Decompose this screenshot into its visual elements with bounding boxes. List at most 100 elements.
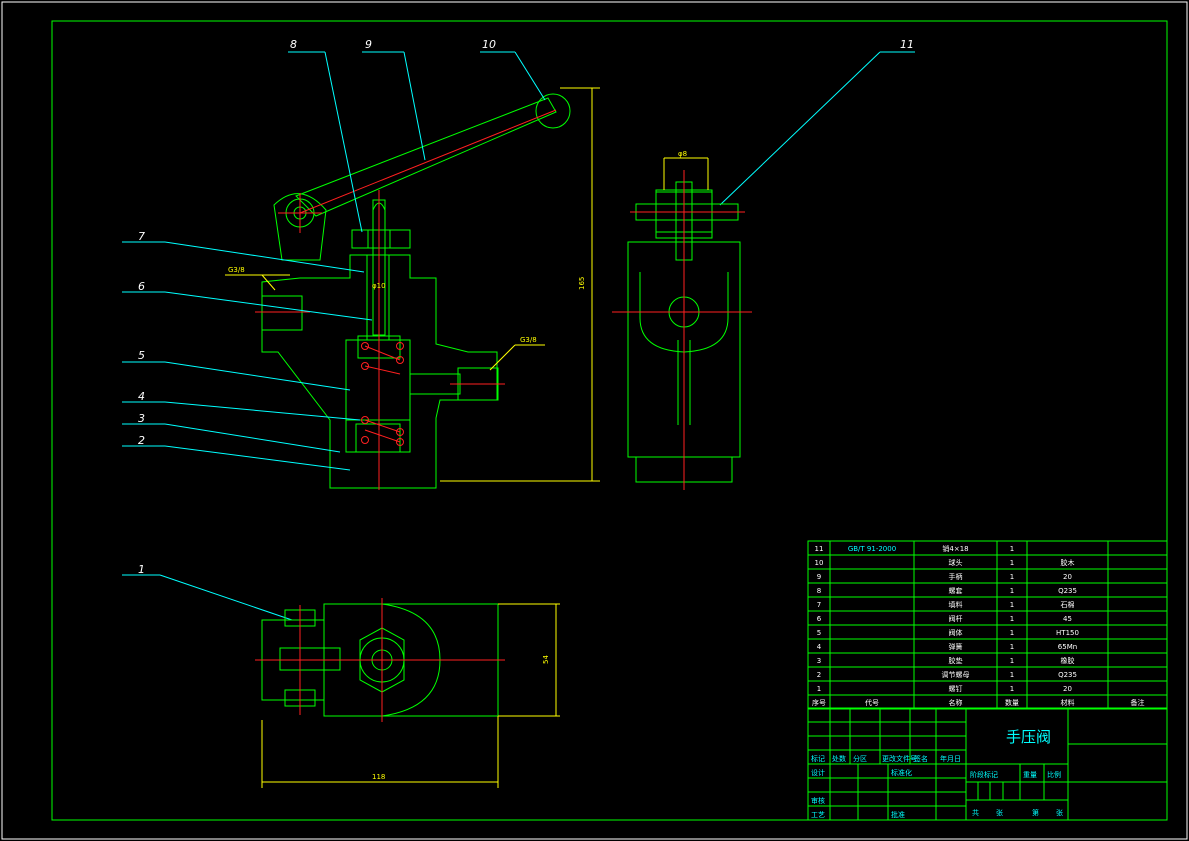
balloon-2: 2 [138, 434, 145, 447]
bom-cell: 1 [1010, 671, 1014, 679]
sheet-no-unit: 张 [1056, 808, 1063, 817]
outer-border [1, 1, 1188, 840]
bom-cell: 1 [1010, 545, 1014, 553]
balloon-10: 10 [482, 38, 496, 51]
rev-label-date: 年月日 [940, 754, 961, 763]
bom-cell: 1 [1010, 587, 1014, 595]
bom-cell: 螺钉 [949, 684, 963, 693]
bom-cell: HT150 [1056, 629, 1079, 637]
bom-cell: 1 [1010, 629, 1014, 637]
bom-cell: 8 [817, 587, 821, 595]
stem-bore [366, 254, 390, 341]
bom-cell: 手柄 [949, 572, 963, 581]
bom-header-cell: 数量 [1005, 698, 1019, 707]
bom-cell: 石棉 [1061, 600, 1075, 609]
bom-cell: 1 [1010, 573, 1014, 581]
left-port [261, 295, 303, 331]
side-dim-label: φ8 [678, 150, 687, 158]
rev-label-file: 更改文件号 [882, 754, 917, 763]
bom-cell: 7 [817, 601, 821, 609]
sheet-no-label: 第 [1032, 808, 1039, 817]
bom-cell: GB/T 91-2000 [848, 545, 896, 553]
bom-cell: 阀杆 [949, 614, 963, 623]
balloon-9: 9 [365, 38, 372, 51]
title-block: 手压阀 标记 处数 分区 更改文件号 签名 年月日 设计 标准化 审核 工艺 批… [807, 707, 1168, 821]
standard-label: 标准化 [891, 768, 912, 777]
side-view: φ8 [612, 150, 752, 490]
width-dim-label: 118 [372, 773, 385, 781]
balloon-6: 6 [138, 280, 145, 293]
bom-cell: 1 [1010, 657, 1014, 665]
bom-cell: 调节螺母 [942, 670, 970, 679]
bom-cell: 6 [817, 615, 822, 623]
bom-cell: 螺套 [949, 586, 963, 595]
bom-cell: 65Mn [1058, 643, 1077, 651]
drawing-title: 手压阀 [1006, 728, 1051, 746]
balloon-5: 5 [138, 349, 145, 362]
bom-table: 11 GB/T 91-2000 销4×18 110 球头 1 胶木9 手柄 1 208 螺套 1 Q23… [807, 540, 1168, 710]
bom-header-cell: 备注 [1131, 698, 1145, 707]
bom-cell: 11 [815, 545, 824, 553]
top-view: 54 118 [255, 598, 560, 788]
bom-cell: 1 [1010, 615, 1014, 623]
process-label: 工艺 [811, 811, 825, 819]
bom-cell: 1 [1010, 643, 1014, 651]
bom-cell: 销4×18 [942, 544, 968, 553]
top-lever-stub [279, 647, 341, 671]
bom-cell: 1 [1010, 685, 1014, 693]
balloon-7: 7 [138, 230, 145, 243]
bom-cell: 胶垫 [949, 656, 963, 665]
bom-cell: 10 [815, 559, 824, 567]
bom-header-cell: 材料 [1061, 698, 1075, 707]
design-label: 设计 [811, 768, 825, 777]
bom-cell: 5 [817, 629, 821, 637]
bore-dim-label: φ10 [372, 282, 386, 290]
balloon-1: 1 [138, 563, 145, 576]
bom-cell: Q235 [1058, 671, 1077, 679]
front-view: 165 φ10 G3/8 G3/8 7 6 5 4 3 2 8 9 10 11 … [122, 38, 915, 621]
bom-cell: 橡胶 [1061, 656, 1075, 665]
weight-label: 重量 [1023, 771, 1037, 779]
packing-nut [351, 229, 411, 249]
rev-label-zone: 分区 [853, 754, 867, 763]
rev-label-mark: 标记 [811, 754, 825, 763]
bom-header-cell: 序号 [812, 698, 826, 707]
balloon-3: 3 [138, 412, 145, 425]
bom-cell: 阀体 [949, 628, 963, 637]
balloon-8: 8 [290, 38, 297, 51]
handle-lever [295, 97, 557, 217]
bom-cell: 球头 [949, 558, 963, 567]
sheets-total-label: 共 [972, 808, 979, 817]
depth-dim-label: 54 [542, 655, 550, 664]
bom-cell: 胶木 [1061, 558, 1075, 567]
inner-frame [51, 20, 1168, 821]
bom-cell: 1 [1010, 559, 1014, 567]
height-dim-label: 165 [578, 277, 586, 290]
review-label: 审核 [811, 796, 825, 805]
sheets-total-unit: 张 [996, 808, 1003, 817]
bom-cell: 45 [1063, 615, 1072, 623]
rev-label-count: 处数 [832, 754, 846, 763]
scale-label: 比例 [1047, 770, 1061, 779]
cad-drawing: 165 φ10 G3/8 G3/8 7 6 5 4 3 2 8 9 10 11 … [1, 1, 1188, 840]
bom-cell: Q235 [1058, 587, 1077, 595]
bom-cell: 1 [1010, 601, 1014, 609]
bom-cell: 填料 [949, 600, 963, 609]
bom-header-cell: 代号 [865, 698, 879, 707]
thread-right-label: G3/8 [520, 336, 537, 344]
bom-cell: 20 [1063, 573, 1072, 581]
approve-label: 批准 [891, 810, 905, 819]
bom-cell: 4 [817, 643, 822, 651]
stage-label: 阶段标记 [970, 770, 998, 779]
bom-cell: 9 [817, 573, 821, 581]
bom-cell: 弹簧 [949, 642, 963, 651]
thread-left-label: G3/8 [228, 266, 245, 274]
bom-header-cell: 名称 [949, 698, 963, 707]
bom-cell: 2 [817, 671, 821, 679]
bom-cell: 3 [817, 657, 821, 665]
rev-label-sign: 签名 [914, 754, 928, 763]
balloon-11: 11 [900, 38, 914, 51]
bom-cell: 20 [1063, 685, 1072, 693]
bom-cell: 1 [817, 685, 821, 693]
balloon-4: 4 [138, 390, 145, 403]
